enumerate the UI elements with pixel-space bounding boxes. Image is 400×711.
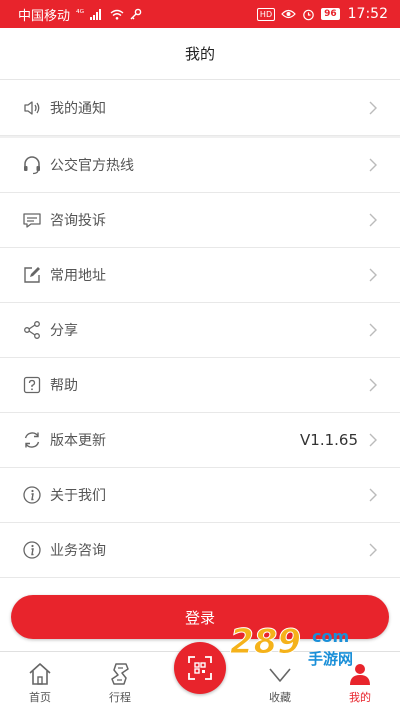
signal-label: ⁴ᴳ (76, 9, 85, 19)
tab-home[interactable]: 首页 (0, 652, 80, 711)
share-icon (22, 320, 42, 340)
tab-favorites[interactable]: 收藏 (240, 652, 320, 711)
tab-mine[interactable]: 我的 (320, 652, 400, 711)
menu-item-business-inquiry[interactable]: 业务咨询 (0, 523, 400, 578)
person-icon (350, 664, 370, 685)
battery-indicator: 96 (321, 8, 340, 20)
carrier-label: 中国移动 (18, 8, 71, 24)
scan-button[interactable] (174, 642, 226, 694)
home-icon (29, 663, 51, 685)
tab-scan[interactable] (160, 642, 240, 711)
chevron-right-icon (369, 378, 377, 392)
hd-badge: HD (256, 7, 276, 21)
settings-list: 公交官方热线 咨询投诉 常用地址 分享 帮助 版本更新 V1.1.65 关于我们… (0, 138, 400, 578)
wifi-icon (110, 9, 124, 20)
menu-item-label: 版本更新 (50, 433, 106, 449)
menu-item-label: 业务咨询 (50, 543, 106, 559)
eye-icon (281, 9, 296, 19)
bottom-tab-bar: 首页 行程 收藏 我的 (0, 642, 400, 711)
menu-item-label: 我的通知 (50, 101, 106, 117)
tab-label: 我的 (349, 691, 371, 704)
login-button[interactable]: 登录 (11, 595, 389, 639)
chevron-right-icon (369, 433, 377, 447)
refresh-icon (22, 430, 42, 450)
menu-item-about-us[interactable]: 关于我们 (0, 468, 400, 523)
chevron-right-icon (369, 323, 377, 337)
status-right: HD 96 17:52 (256, 6, 388, 22)
page-title: 我的 (0, 28, 400, 80)
tab-label: 首页 (29, 691, 51, 704)
speaker-icon (22, 98, 42, 118)
info-icon (22, 540, 42, 560)
menu-item-label: 关于我们 (50, 488, 106, 504)
chevron-right-icon (369, 543, 377, 557)
status-time: 17:52 (347, 6, 388, 22)
help-icon (22, 375, 42, 395)
route-icon (111, 663, 129, 685)
menu-item-label: 公交官方热线 (50, 158, 134, 174)
menu-item-share[interactable]: 分享 (0, 303, 400, 358)
info-icon (22, 485, 42, 505)
menu-item-hotline[interactable]: 公交官方热线 (0, 138, 400, 193)
menu-item-label: 常用地址 (50, 268, 106, 284)
menu-item-complaints[interactable]: 咨询投诉 (0, 193, 400, 248)
scan-icon (188, 656, 212, 680)
chevron-right-icon (369, 158, 377, 172)
menu-item-label: 分享 (50, 323, 78, 339)
menu-item-version-update[interactable]: 版本更新 V1.1.65 (0, 413, 400, 468)
status-left: 中国移动 ⁴ᴳ (18, 5, 142, 24)
menu-item-label: 帮助 (50, 378, 78, 394)
status-bar: 中国移动 ⁴ᴳ HD 96 17:52 (0, 0, 400, 28)
favorite-icon (269, 668, 291, 682)
edit-icon (22, 265, 42, 285)
chevron-right-icon (369, 488, 377, 502)
menu-item-help[interactable]: 帮助 (0, 358, 400, 413)
chevron-right-icon (369, 101, 377, 115)
menu-item-label: 咨询投诉 (50, 213, 106, 229)
cell-signal-icon (90, 8, 102, 20)
tab-trips[interactable]: 行程 (80, 652, 160, 711)
menu-item-addresses[interactable]: 常用地址 (0, 248, 400, 303)
menu-item-notifications[interactable]: 我的通知 (0, 81, 400, 136)
alarm-icon (303, 9, 314, 20)
tab-label: 行程 (109, 691, 131, 704)
tab-label: 收藏 (269, 691, 291, 704)
chevron-right-icon (369, 268, 377, 282)
chevron-right-icon (369, 213, 377, 227)
headset-icon (22, 155, 42, 175)
key-icon (130, 8, 142, 20)
message-icon (22, 210, 42, 230)
version-value: V1.1.65 (300, 431, 358, 449)
